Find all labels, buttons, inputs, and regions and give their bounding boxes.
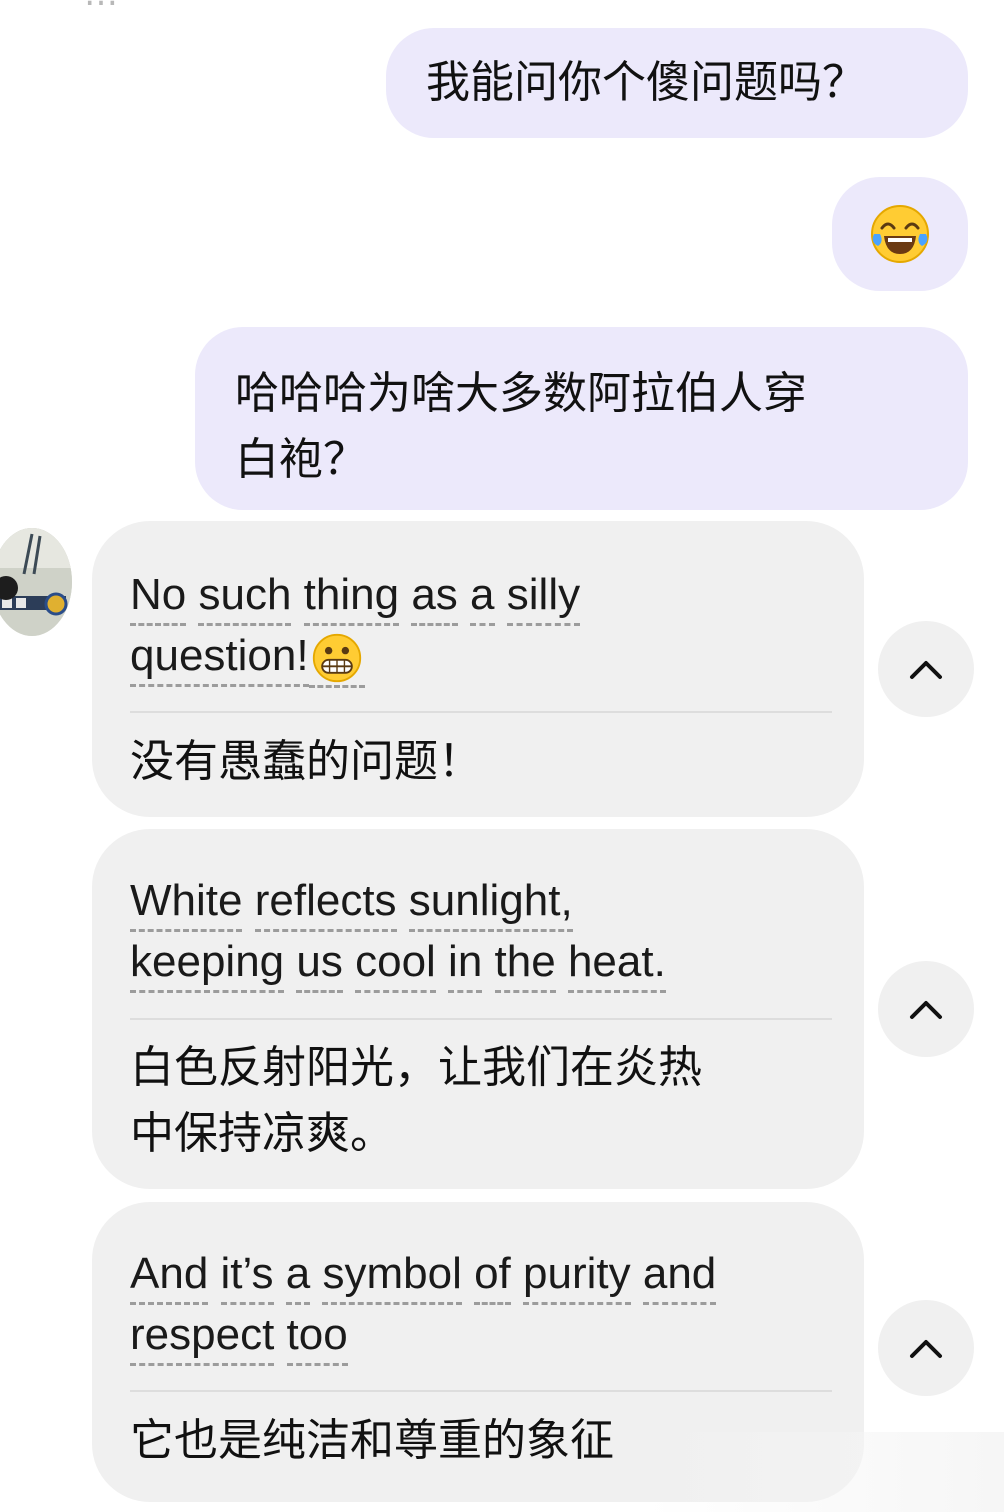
word[interactable]: a	[285, 1247, 311, 1305]
watermark	[645, 1432, 1004, 1512]
word[interactable]: No	[130, 568, 187, 626]
incoming-message[interactable]: No such thing as a silly question! 没有愚蠢的…	[92, 521, 864, 817]
outgoing-message[interactable]: 我能问你个傻问题吗？	[386, 28, 968, 138]
word[interactable]: too	[286, 1308, 348, 1366]
word[interactable]: thing	[303, 568, 400, 626]
word[interactable]: it’s	[220, 1247, 274, 1305]
message-text-line: 白袍？	[235, 434, 367, 485]
grinning-face-icon	[308, 629, 365, 689]
word[interactable]: And	[130, 1247, 209, 1305]
chinese-translation: 白色反射阳光，让我们在炎热 中保持凉爽。	[130, 1035, 830, 1167]
word[interactable]: and	[642, 1247, 717, 1305]
word[interactable]: as	[411, 568, 458, 626]
collapse-button[interactable]	[878, 621, 974, 717]
word[interactable]: in	[448, 935, 483, 993]
outgoing-emoji-message[interactable]	[832, 177, 968, 291]
chevron-up-icon	[910, 661, 942, 679]
chinese-line: 中保持凉爽。	[130, 1108, 394, 1159]
message-text-line: 哈哈哈为啥大多数阿拉伯人穿	[235, 368, 807, 419]
outgoing-message[interactable]: 哈哈哈为啥大多数阿拉伯人穿 白袍？	[195, 327, 968, 510]
message-text: 我能问你个傻问题吗？	[426, 57, 866, 108]
english-text: White reflects sunlight, keeping us cool…	[130, 871, 830, 993]
word[interactable]: White	[130, 874, 243, 932]
chinese-translation: 没有愚蠢的问题！	[130, 736, 482, 787]
word[interactable]: us	[296, 935, 343, 993]
chevron-up-icon	[910, 1340, 942, 1358]
collapse-button[interactable]	[878, 961, 974, 1057]
translation-divider	[130, 1018, 832, 1020]
word[interactable]: symbol	[322, 1247, 462, 1305]
word[interactable]: cool	[355, 935, 436, 993]
translation-divider	[130, 711, 832, 713]
collapse-button[interactable]	[878, 1300, 974, 1396]
word[interactable]: respect	[130, 1308, 275, 1366]
word[interactable]: the	[494, 935, 556, 993]
chinese-line: 白色反射阳光，让我们在炎热	[130, 1042, 702, 1093]
chevron-up-icon	[910, 1001, 942, 1019]
incoming-message[interactable]: White reflects sunlight, keeping us cool…	[92, 829, 864, 1189]
translation-divider	[130, 1390, 832, 1392]
word[interactable]: reflects	[254, 874, 397, 932]
face-with-tears-of-joy-icon	[871, 205, 929, 263]
word[interactable]: silly	[506, 568, 581, 626]
word[interactable]: a	[470, 568, 495, 626]
avatar-image	[0, 528, 72, 636]
word[interactable]: of	[474, 1247, 511, 1305]
word[interactable]: heat.	[567, 935, 666, 993]
word[interactable]: question!	[130, 629, 309, 687]
english-text: And it’s a symbol of purity and respect …	[130, 1244, 850, 1366]
avatar[interactable]	[0, 528, 72, 636]
english-text: No such thing as a silly question!	[130, 565, 830, 689]
word[interactable]: purity	[523, 1247, 631, 1305]
previous-message-fragment: …	[84, 0, 118, 14]
word[interactable]: keeping	[130, 935, 285, 993]
word[interactable]: sunlight,	[408, 874, 573, 932]
word[interactable]: such	[198, 568, 292, 626]
